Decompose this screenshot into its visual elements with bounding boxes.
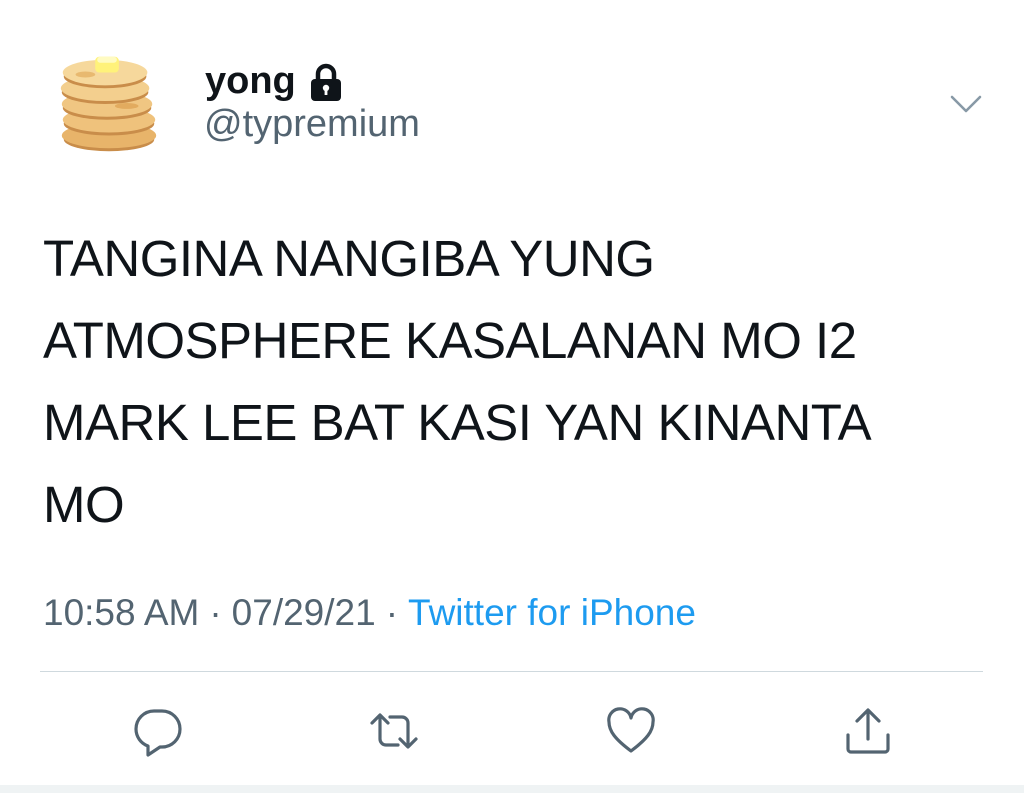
user-name-row[interactable]: yong — [205, 56, 344, 106]
avatar[interactable] — [50, 45, 168, 163]
tweet-meta: 10:58 AM · 07/29/21 · Twitter for iPhone — [43, 592, 696, 634]
bottom-separator — [0, 785, 1024, 793]
tweet-time[interactable]: 10:58 AM — [43, 592, 199, 634]
reply-icon — [134, 709, 182, 757]
display-name[interactable]: yong — [205, 60, 296, 103]
reply-button[interactable] — [130, 703, 186, 759]
share-button[interactable] — [840, 703, 896, 759]
like-button[interactable] — [603, 703, 659, 759]
chevron-down-icon[interactable] — [946, 84, 986, 124]
heart-icon — [607, 707, 655, 753]
tweet-text: TANGINA NANGIBA YUNG ATMOSPHERE KASALANA… — [43, 230, 872, 533]
retweet-button[interactable] — [366, 703, 422, 759]
user-handle[interactable]: @typremium — [204, 103, 420, 146]
tweet-actions-bar — [0, 703, 1024, 763]
separator-dot: · — [209, 592, 222, 633]
lock-icon — [308, 63, 344, 103]
share-icon — [846, 708, 890, 754]
tweet-source-link[interactable]: Twitter for iPhone — [408, 592, 696, 634]
separator-dot: · — [385, 592, 399, 633]
retweet-icon — [370, 713, 418, 749]
tweet-date[interactable]: 07/29/21 — [232, 592, 376, 634]
divider — [40, 671, 983, 672]
pancake-stack-avatar-icon — [60, 56, 157, 152]
